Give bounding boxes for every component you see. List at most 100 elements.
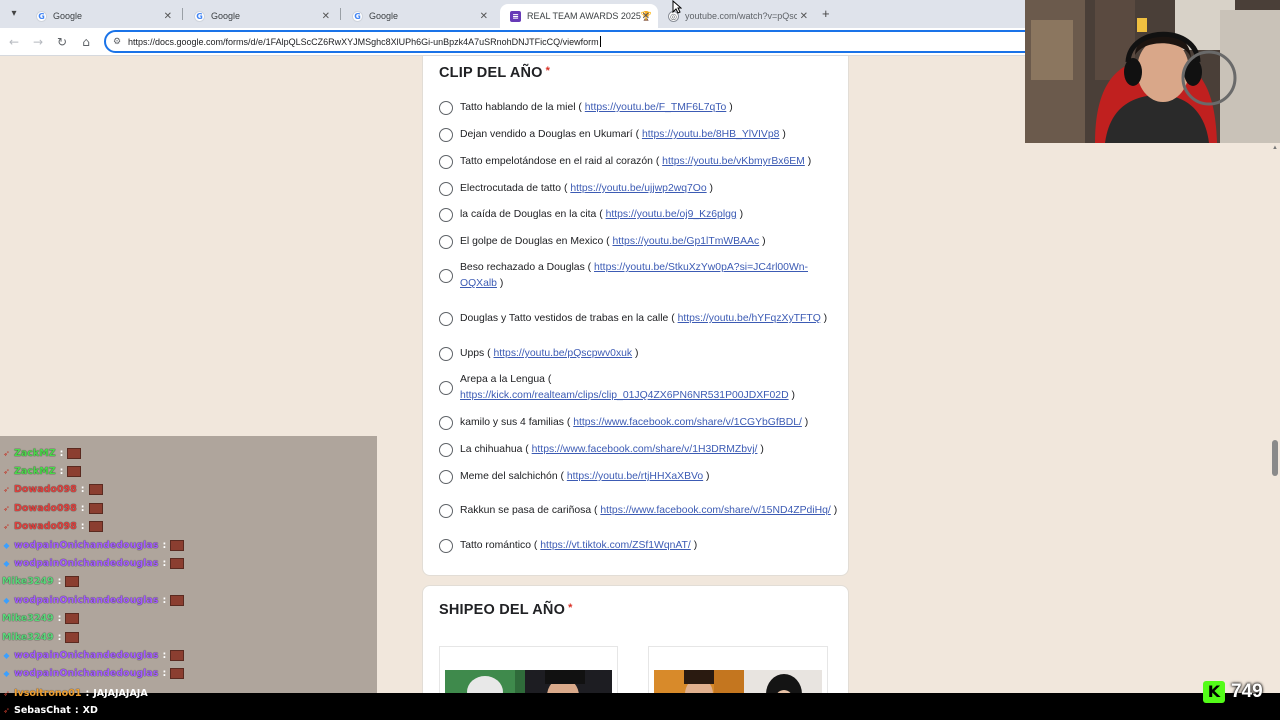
option-label: Electrocutada de tatto ( https://youtu.b…: [460, 183, 714, 194]
close-icon[interactable]: ✕: [480, 11, 488, 22]
back-icon[interactable]: ←: [6, 34, 22, 50]
radio-option[interactable]: Tatto empelotándose en el raid al corazó…: [439, 154, 839, 170]
page-scrollbar[interactable]: [1270, 143, 1280, 693]
chat-message: ➶ SebasChat : XD: [2, 701, 98, 719]
tab-real-team-awards[interactable]: ≡ REAL TEAM AWARDS 2025🏆 ✕: [500, 4, 658, 28]
chat-username: ZackMZ: [14, 447, 56, 459]
option-link[interactable]: https://www.facebook.com/share/v/15ND4ZP…: [600, 505, 830, 516]
option-link[interactable]: https://youtu.be/rtjHHXaXBVo: [567, 471, 703, 482]
radio-option[interactable]: Arepa a la Lengua ( https://kick.com/rea…: [439, 372, 839, 404]
kick-badge-icon: ➶: [3, 705, 10, 715]
close-icon[interactable]: ✕: [642, 11, 650, 22]
option-link[interactable]: https://youtu.be/ujjwp2wq7Oo: [570, 183, 706, 194]
chat-separator: :: [162, 649, 167, 661]
radio-button[interactable]: [439, 155, 453, 169]
tab-google-1[interactable]: G Google ✕: [26, 4, 180, 28]
forward-icon[interactable]: →: [30, 34, 46, 50]
radio-button[interactable]: [439, 182, 453, 196]
chat-separator: :: [57, 613, 62, 625]
radio-button[interactable]: [439, 416, 453, 430]
option-link[interactable]: https://youtu.be/vKbmyrBx6EM: [662, 156, 805, 167]
emote-icon: [170, 668, 185, 680]
option-link[interactable]: https://youtu.be/8HB_YlVIVp8: [642, 129, 779, 140]
chat-message: ◆ wodpainOnichandedouglas:: [2, 646, 185, 664]
radio-button[interactable]: [439, 208, 453, 222]
radio-option[interactable]: Douglas y Tatto vestidos de trabas en la…: [439, 303, 839, 335]
emote-icon: [67, 447, 82, 459]
chat-message: ◆ wodpainOnichandedouglas:: [2, 591, 185, 609]
option-link[interactable]: https://youtu.be/pQscpwv0xuk: [494, 348, 633, 359]
radio-button[interactable]: [439, 539, 453, 553]
subscriber-badge-icon: ◆: [3, 595, 10, 605]
close-icon[interactable]: ✕: [164, 11, 172, 22]
tab-google-3[interactable]: G Google ✕: [342, 4, 496, 28]
chat-message: Mike3249:: [2, 610, 80, 628]
kick-badge-icon: ➶: [3, 522, 10, 532]
radio-option[interactable]: Dejan vendido a Douglas en Ukumarí ( htt…: [439, 127, 839, 143]
option-link[interactable]: https://youtu.be/Gp1lTmWBAAc: [612, 236, 759, 247]
radio-option[interactable]: Meme del salchichón ( https://youtu.be/r…: [439, 469, 839, 485]
reload-icon[interactable]: ↻: [54, 34, 70, 50]
emote-icon: [65, 576, 80, 588]
chat-username: Ivsoltrono01: [14, 687, 82, 699]
option-label: la caída de Douglas en la cita ( https:/…: [460, 209, 744, 220]
chat-username: wodpainOnichandedouglas: [14, 557, 159, 569]
option-label: Upps ( https://youtu.be/pQscpwv0xuk ): [460, 348, 639, 359]
question-title: CLIP DEL AÑO *: [439, 65, 551, 81]
radio-button[interactable]: [439, 235, 453, 249]
option-link[interactable]: https://vt.tiktok.com/ZSf1WqnAT/: [540, 540, 691, 551]
home-icon[interactable]: ⌂: [78, 34, 94, 50]
radio-option[interactable]: Beso rechazado a Douglas ( https://youtu…: [439, 260, 839, 292]
site-info-icon[interactable]: ⚙: [106, 36, 128, 47]
option-link[interactable]: https://youtu.be/oj9_Kz6plgg: [606, 209, 737, 220]
chat-username: Mike3249: [2, 613, 54, 625]
radio-button[interactable]: [439, 381, 453, 395]
tab-search-icon[interactable]: ▾: [6, 6, 22, 22]
chat-message: ➶ ZackMZ:: [2, 444, 82, 462]
address-bar[interactable]: ⚙ https://docs.google.com/forms/d/e/1FAl…: [104, 30, 1064, 53]
radio-option[interactable]: Tatto romántico ( https://vt.tiktok.com/…: [439, 538, 839, 554]
chat-username: Dowado098: [14, 521, 77, 533]
option-label: Arepa a la Lengua ( https://kick.com/rea…: [460, 374, 795, 401]
option-link[interactable]: https://kick.com/realteam/clips/clip_01J…: [460, 390, 789, 401]
radio-option[interactable]: El golpe de Douglas en Mexico ( https://…: [439, 234, 839, 250]
scrollbar-thumb[interactable]: [1272, 440, 1278, 476]
radio-option[interactable]: Tatto hablando de la miel ( https://yout…: [439, 100, 839, 116]
chat-separator: :: [162, 594, 167, 606]
viewer-counter: K 749: [1203, 680, 1263, 704]
radio-button[interactable]: [439, 101, 453, 115]
chat-message: ◆ wodpainOnichandedouglas:: [2, 665, 185, 683]
close-icon[interactable]: ✕: [800, 11, 808, 22]
radio-option[interactable]: Electrocutada de tatto ( https://youtu.b…: [439, 181, 839, 197]
chat-separator: :: [59, 465, 64, 477]
option-link[interactable]: https://youtu.be/hYFqzXyTFTQ: [678, 313, 821, 324]
radio-option[interactable]: la caída de Douglas en la cita ( https:/…: [439, 207, 839, 223]
radio-option[interactable]: La chihuahua ( https://www.facebook.com/…: [439, 442, 839, 458]
mouse-cursor-icon: [672, 0, 682, 14]
webcam-overlay: [1025, 0, 1280, 143]
radio-button[interactable]: [439, 128, 453, 142]
option-link[interactable]: https://www.facebook.com/share/v/1CGYbGf…: [573, 417, 802, 428]
tab-google-2[interactable]: G Google ✕: [184, 4, 338, 28]
radio-button[interactable]: [439, 470, 453, 484]
radio-option[interactable]: kamilo y sus 4 familias ( https://www.fa…: [439, 415, 839, 431]
radio-button[interactable]: [439, 269, 453, 283]
radio-button[interactable]: [439, 443, 453, 457]
chat-separator: :: [162, 539, 167, 551]
radio-button[interactable]: [439, 347, 453, 361]
radio-button[interactable]: [439, 312, 453, 326]
radio-option[interactable]: Rakkun se pasa de cariñosa ( https://www…: [439, 495, 839, 527]
google-icon: G: [36, 10, 47, 22]
scroll-up-icon[interactable]: ▲: [1272, 145, 1278, 151]
new-tab-icon[interactable]: +: [822, 6, 830, 21]
radio-button[interactable]: [439, 504, 453, 518]
option-label: El golpe de Douglas en Mexico ( https://…: [460, 236, 766, 247]
option-link[interactable]: https://youtu.be/F_TMF6L7qTo: [585, 102, 727, 113]
kick-logo-icon: K: [1203, 681, 1225, 703]
close-icon[interactable]: ✕: [322, 11, 330, 22]
option-label: Tatto empelotándose en el raid al corazó…: [460, 156, 812, 167]
radio-option[interactable]: Upps ( https://youtu.be/pQscpwv0xuk ): [439, 346, 839, 362]
option-label: Tatto hablando de la miel ( https://yout…: [460, 102, 733, 113]
subscriber-badge-icon: ◆: [3, 540, 10, 550]
option-link[interactable]: https://www.facebook.com/share/v/1H3DRMZ…: [532, 444, 758, 455]
